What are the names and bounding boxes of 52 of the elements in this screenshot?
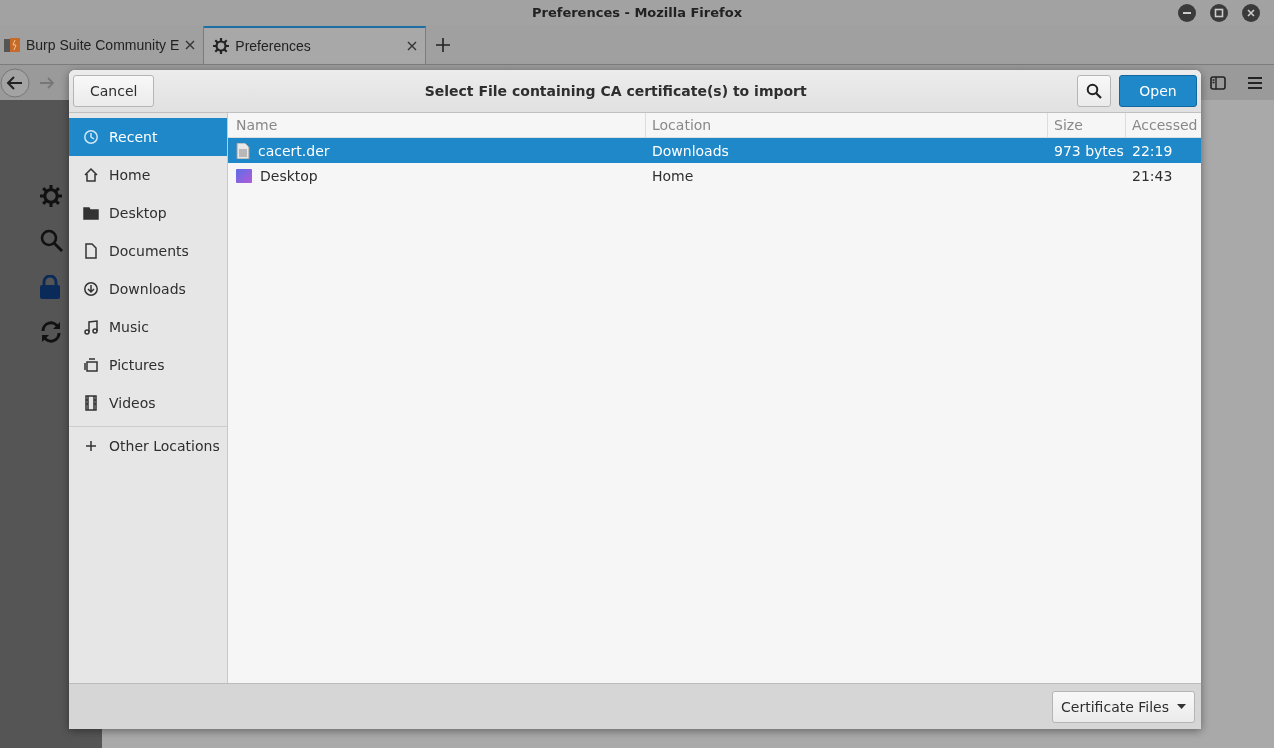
file-name: Desktop xyxy=(260,167,318,184)
text-file-icon xyxy=(236,142,250,159)
minimize-icon[interactable] xyxy=(1178,4,1196,22)
folder-icon xyxy=(83,205,99,221)
clock-icon xyxy=(83,129,99,145)
music-note-icon xyxy=(83,319,99,335)
document-icon xyxy=(83,243,99,259)
place-item[interactable]: Recent xyxy=(69,118,227,156)
desktop-icon xyxy=(236,168,252,183)
file-row[interactable]: cacert.der Downloads 973 bytes 22:19 xyxy=(228,138,1201,163)
file-row[interactable]: Desktop Home 21:43 xyxy=(228,163,1201,188)
film-icon xyxy=(83,395,99,411)
file-name: cacert.der xyxy=(258,142,330,159)
download-icon xyxy=(83,281,99,297)
file-accessed: 22:19 xyxy=(1132,142,1173,159)
dialog-title: Select File containing CA certificate(s) to import xyxy=(423,83,808,99)
home-icon xyxy=(83,167,99,183)
search-icon[interactable] xyxy=(40,229,64,253)
place-item[interactable]: Downloads xyxy=(69,270,227,308)
maximize-icon[interactable] xyxy=(1210,4,1228,22)
place-item[interactable]: Desktop xyxy=(69,194,227,232)
back-icon[interactable] xyxy=(0,67,30,98)
window-title: Preferences - Mozilla Firefox xyxy=(531,5,743,20)
gear-icon[interactable] xyxy=(40,185,62,207)
file-accessed: 21:43 xyxy=(1132,167,1173,184)
plus-icon xyxy=(83,438,99,454)
open-button[interactable]: Open xyxy=(1119,75,1197,107)
close-icon[interactable] xyxy=(1242,4,1260,22)
pictures-icon xyxy=(83,357,99,373)
file-size: 973 bytes xyxy=(1054,142,1124,159)
search-button[interactable] xyxy=(1077,75,1111,107)
place-item[interactable]: Music xyxy=(69,308,227,346)
file-location: Downloads xyxy=(652,142,729,159)
close-icon[interactable] xyxy=(185,40,196,50)
place-item[interactable]: Documents xyxy=(69,232,227,270)
close-icon[interactable] xyxy=(407,41,418,51)
place-item[interactable]: Pictures xyxy=(69,346,227,384)
sync-icon[interactable] xyxy=(40,321,62,343)
cancel-button[interactable]: Cancel xyxy=(73,75,155,107)
new-tab-icon[interactable] xyxy=(436,38,451,52)
search-icon xyxy=(1086,83,1102,99)
place-item[interactable]: Videos xyxy=(69,384,227,422)
sidebar-icon[interactable] xyxy=(1210,75,1226,90)
gear-icon xyxy=(213,38,230,54)
menu-icon[interactable] xyxy=(1248,75,1262,90)
file-location: Home xyxy=(652,167,694,184)
app-icon xyxy=(4,37,20,53)
caret-icon xyxy=(1177,704,1186,709)
place-item[interactable]: Home xyxy=(69,156,227,194)
filter-dropdown[interactable]: Certificate Files xyxy=(1052,690,1195,723)
browser-tab[interactable]: Preferences xyxy=(204,26,427,64)
place-item[interactable]: Other Locations xyxy=(69,427,227,465)
